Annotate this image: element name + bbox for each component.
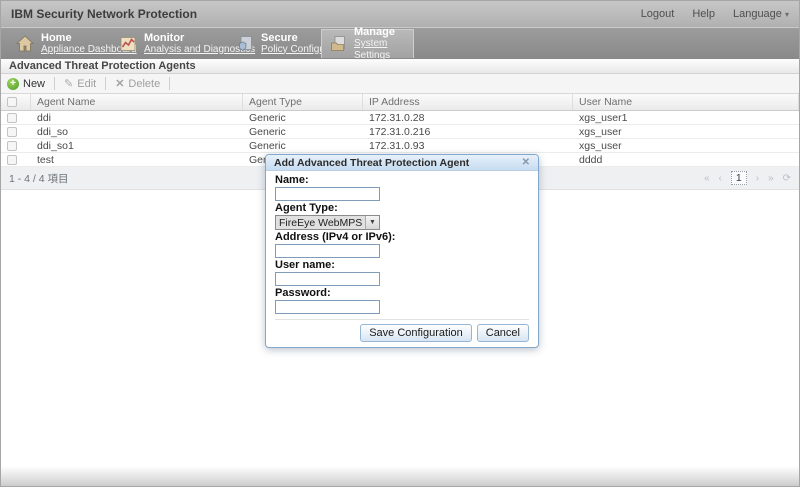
row-checkbox[interactable] (7, 141, 17, 151)
delete-button-label: Delete (128, 78, 160, 90)
secure-icon (235, 34, 255, 54)
save-configuration-button[interactable]: Save Configuration (360, 324, 472, 342)
cell-ip-address: 172.31.0.28 (363, 111, 573, 124)
toolbar-divider (169, 77, 170, 90)
app-window: IBM Security Network Protection Logout H… (0, 0, 800, 487)
manage-icon (328, 34, 348, 54)
close-icon[interactable]: ✕ (522, 157, 530, 168)
toolbar-divider (54, 77, 55, 90)
cell-user-name: xgs_user1 (573, 111, 799, 124)
name-input[interactable] (275, 187, 380, 201)
app-header: IBM Security Network Protection Logout H… (1, 1, 799, 28)
header-links: Logout Help Language ▾ (641, 8, 789, 20)
monitor-icon (118, 34, 138, 54)
cell-user-name: dddd (573, 153, 799, 166)
chevron-down-icon: ▼ (365, 216, 379, 229)
cell-ip-address: 172.31.0.93 (363, 139, 573, 152)
edit-icon: ✎ (64, 77, 73, 90)
tab-manage-title: Manage (354, 26, 407, 38)
table-row[interactable]: ddi_so Generic 172.31.0.216 xgs_user (1, 125, 799, 139)
column-header-agent-type[interactable]: Agent Type (243, 94, 363, 110)
add-icon: + (7, 78, 19, 90)
table-toolbar: + New ✎ Edit ✕ Delete (1, 74, 799, 94)
cell-agent-name: ddi_so1 (31, 139, 243, 152)
row-checkbox[interactable] (7, 127, 17, 137)
logout-link[interactable]: Logout (641, 8, 675, 20)
refresh-icon[interactable]: ⟳ (783, 173, 791, 184)
cell-agent-type: Generic (243, 111, 363, 124)
row-checkbox[interactable] (7, 155, 17, 165)
table-row[interactable]: ddi Generic 172.31.0.28 xgs_user1 (1, 111, 799, 125)
edit-button[interactable]: ✎ Edit (64, 77, 96, 90)
last-page-icon[interactable]: » (768, 173, 774, 184)
username-label: User name: (275, 259, 529, 271)
new-button-label: New (23, 78, 45, 90)
address-input[interactable] (275, 244, 380, 258)
address-label: Address (IPv4 or IPv6): (275, 231, 529, 243)
column-header-user-name[interactable]: User Name (573, 94, 799, 110)
cell-agent-type: Generic (243, 139, 363, 152)
username-input[interactable] (275, 272, 380, 286)
add-agent-dialog: Add Advanced Threat Protection Agent ✕ N… (265, 154, 539, 348)
agent-type-label: Agent Type: (275, 202, 529, 214)
primary-nav: Home Appliance Dashboard Monitor Analysi… (1, 28, 799, 59)
password-input[interactable] (275, 300, 380, 314)
cell-agent-name: test (31, 153, 243, 166)
name-label: Name: (275, 174, 529, 186)
delete-icon: ✕ (115, 77, 124, 90)
toolbar-divider (105, 77, 106, 90)
chevron-down-icon: ▾ (785, 10, 789, 19)
tab-manage-link[interactable]: System Settings (354, 38, 407, 62)
cell-agent-name: ddi (31, 111, 243, 124)
cell-user-name: xgs_user (573, 139, 799, 152)
language-menu[interactable]: Language ▾ (733, 8, 789, 20)
new-button[interactable]: + New (7, 78, 45, 90)
agent-type-value: FireEye WebMPS 6.2 (276, 217, 365, 229)
password-label: Password: (275, 287, 529, 299)
cell-agent-name: ddi_so (31, 125, 243, 138)
current-page[interactable]: 1 (731, 171, 747, 185)
help-link[interactable]: Help (692, 8, 715, 20)
cell-agent-type: Generic (243, 125, 363, 138)
table-row[interactable]: ddi_so1 Generic 172.31.0.93 xgs_user (1, 139, 799, 153)
first-page-icon[interactable]: « (704, 173, 710, 184)
column-header-ip-address[interactable]: IP Address (363, 94, 573, 110)
pagination-summary: 1 - 4 / 4 項目 (9, 171, 69, 186)
cell-user-name: xgs_user (573, 125, 799, 138)
home-icon (15, 34, 35, 54)
table-header: Agent Name Agent Type IP Address User Na… (1, 94, 799, 111)
app-title: IBM Security Network Protection (11, 7, 197, 21)
prev-page-icon[interactable]: ‹ (719, 173, 722, 184)
tab-manage[interactable]: Manage System Settings (321, 29, 414, 58)
edit-button-label: Edit (77, 78, 96, 90)
delete-button[interactable]: ✕ Delete (115, 77, 160, 90)
column-header-agent-name[interactable]: Agent Name (31, 94, 243, 110)
cell-ip-address: 172.31.0.216 (363, 125, 573, 138)
select-all-checkbox[interactable] (7, 97, 17, 107)
next-page-icon[interactable]: › (756, 173, 759, 184)
row-checkbox[interactable] (7, 113, 17, 123)
agent-type-select[interactable]: FireEye WebMPS 6.2 ▼ (275, 215, 380, 230)
page-footer (1, 466, 799, 486)
cancel-button[interactable]: Cancel (477, 324, 529, 342)
dialog-title: Add Advanced Threat Protection Agent (274, 157, 469, 169)
dialog-titlebar: Add Advanced Threat Protection Agent ✕ (266, 155, 538, 171)
language-label: Language (733, 8, 782, 20)
